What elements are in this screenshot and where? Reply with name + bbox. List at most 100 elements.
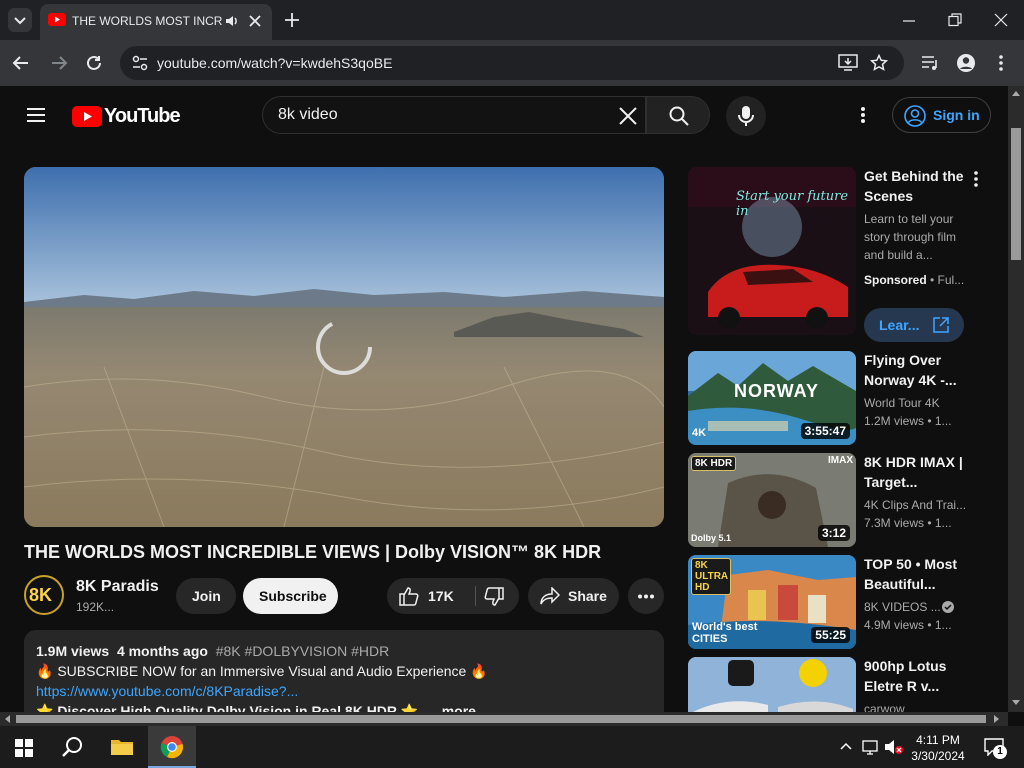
video-thumbnail[interactable] xyxy=(688,657,856,712)
system-clock[interactable]: 4:11 PM 3/30/2024 xyxy=(906,732,970,764)
verified-check-icon xyxy=(942,601,954,613)
channel-avatar[interactable]: 8K xyxy=(24,575,64,615)
video-player[interactable] xyxy=(24,167,664,527)
video-card-channel[interactable]: 8K VIDEOS ... xyxy=(864,598,974,616)
address-bar[interactable]: youtube.com/watch?v=kwdehS3qoBE xyxy=(120,46,904,80)
install-app-icon[interactable] xyxy=(838,54,858,72)
thumbnail-text: NORWAY xyxy=(734,381,820,401)
search-icon[interactable] xyxy=(61,736,83,758)
ad-menu-icon[interactable] xyxy=(973,171,979,187)
duration-badge: 55:25 xyxy=(811,627,850,643)
description-line: 🔥 SUBSCRIBE NOW for an Immersive Visual … xyxy=(36,663,488,679)
clock-date: 3/30/2024 xyxy=(911,749,965,763)
dislike-button[interactable] xyxy=(477,578,519,614)
speaker-icon[interactable] xyxy=(224,13,240,29)
youtube-wordmark: YouTube xyxy=(104,105,181,127)
scroll-up-icon[interactable] xyxy=(1012,90,1020,96)
search-input[interactable]: 8k video xyxy=(262,96,646,134)
thumbs-up-icon xyxy=(399,587,419,606)
tab-search-button[interactable] xyxy=(8,8,32,32)
vertical-scroll-thumb[interactable] xyxy=(1011,128,1021,260)
subscribe-button[interactable]: Subscribe xyxy=(243,578,338,614)
like-count: 17K xyxy=(428,588,454,604)
like-button[interactable]: 17K xyxy=(387,578,473,614)
windows-start-icon[interactable] xyxy=(15,739,33,757)
external-link-icon xyxy=(933,317,949,333)
hamburger-menu-icon[interactable] xyxy=(26,107,46,123)
search-icon xyxy=(669,106,689,126)
quality-badge: 4K xyxy=(692,427,707,439)
horizontal-scrollbar[interactable] xyxy=(0,712,1008,726)
subscriber-count: 192K... xyxy=(76,600,115,614)
site-settings-icon[interactable] xyxy=(132,55,148,71)
more-actions-button[interactable] xyxy=(628,578,664,614)
share-button[interactable]: Share xyxy=(528,578,619,614)
video-card-title[interactable]: 8K HDR IMAX | Target... xyxy=(864,452,974,492)
learn-more-button[interactable]: Lear... xyxy=(864,308,964,342)
description-link[interactable]: https://www.youtube.com/c/8KParadise?... xyxy=(36,683,298,699)
reload-icon[interactable] xyxy=(85,54,103,72)
search-input-value[interactable]: 8k video xyxy=(278,106,338,124)
voice-search-button[interactable] xyxy=(726,96,766,136)
scroll-right-icon[interactable] xyxy=(994,715,1000,723)
url-text[interactable]: youtube.com/watch?v=kwdehS3qoBE xyxy=(157,55,392,71)
more-horizontal-icon xyxy=(638,594,654,599)
youtube-page: YouTube 8k video Sign in THE WORLDS MOST… xyxy=(0,86,1008,712)
video-card-channel[interactable]: carwow xyxy=(864,700,974,712)
youtube-favicon-icon xyxy=(48,13,66,26)
description-box[interactable]: 1.9M views 4 months ago #8K #DOLBYVISION… xyxy=(24,630,664,712)
browser-tab-strip: THE WORLDS MOST INCREDIBLE VIEWS | Dolby… xyxy=(0,0,1024,40)
bookmark-star-icon[interactable] xyxy=(870,54,888,72)
close-tab-icon[interactable] xyxy=(248,14,262,28)
thumbs-down-icon xyxy=(484,587,504,606)
ad-thumbnail[interactable]: Start your future in xyxy=(688,167,856,335)
horizontal-scroll-thumb[interactable] xyxy=(16,715,986,723)
scroll-left-icon[interactable] xyxy=(4,715,10,723)
tab-title: THE WORLDS MOST INCREDIBLE VIEWS | Dolby… xyxy=(72,14,222,28)
vertical-scrollbar[interactable] xyxy=(1008,86,1024,712)
video-card-title[interactable]: 900hp Lotus Eletre R v... xyxy=(864,656,974,696)
video-thumbnail[interactable]: 8K ULTRA HD World's best CITIES 55:25 xyxy=(688,555,856,649)
channel-name[interactable]: 8K Paradis xyxy=(76,578,159,596)
file-explorer-icon[interactable] xyxy=(110,737,134,757)
settings-menu-icon[interactable] xyxy=(859,106,867,124)
video-card-channel[interactable]: 4K Clips And Trai... xyxy=(864,496,974,514)
network-icon[interactable] xyxy=(862,739,880,755)
sign-in-button[interactable]: Sign in xyxy=(892,97,991,133)
video-thumbnail[interactable]: 8K HDR IMAX Dolby 5.1 3:12 xyxy=(688,453,856,547)
audio-badge: Dolby 5.1 xyxy=(691,533,732,543)
ad-title[interactable]: Get Behind the Scenes xyxy=(864,166,974,206)
forward-arrow-icon[interactable] xyxy=(50,54,68,72)
restore-icon[interactable] xyxy=(948,13,962,27)
new-tab-icon[interactable] xyxy=(284,12,300,28)
minimize-icon[interactable] xyxy=(902,14,916,28)
sponsored-label: Sponsored xyxy=(864,273,927,287)
browser-toolbar: youtube.com/watch?v=kwdehS3qoBE xyxy=(0,40,1024,86)
hashtags[interactable]: #8K #DOLBYVISION #HDR xyxy=(216,643,390,659)
video-frame xyxy=(24,167,664,527)
show-more-button[interactable]: ...more xyxy=(430,703,476,712)
scroll-down-icon[interactable] xyxy=(1012,700,1020,706)
media-control-icon[interactable] xyxy=(920,54,940,72)
video-card-channel[interactable]: World Tour 4K xyxy=(864,394,974,412)
view-count: 1.9M views xyxy=(36,643,110,659)
profile-icon[interactable] xyxy=(956,53,976,73)
chrome-taskbar-button[interactable] xyxy=(148,726,196,768)
youtube-logo[interactable]: YouTube xyxy=(72,104,181,128)
chrome-icon xyxy=(160,736,183,759)
sign-in-label: Sign in xyxy=(933,107,980,123)
search-button[interactable] xyxy=(646,96,710,134)
browser-tab[interactable]: THE WORLDS MOST INCREDIBLE VIEWS | Dolby… xyxy=(40,4,272,40)
chevron-up-icon[interactable] xyxy=(840,742,852,750)
duration-badge: 3:12 xyxy=(817,525,850,541)
video-card-title[interactable]: Flying Over Norway 4K -... xyxy=(864,350,974,390)
video-thumbnail[interactable]: NORWAY 4K 3:55:47 xyxy=(688,351,856,445)
speaker-muted-icon[interactable] xyxy=(884,739,904,755)
join-button[interactable]: Join xyxy=(176,578,236,614)
video-card-title[interactable]: TOP 50 • Most Beautiful... xyxy=(864,554,974,594)
close-window-icon[interactable] xyxy=(994,13,1008,27)
back-arrow-icon[interactable] xyxy=(12,54,30,72)
browser-menu-icon[interactable] xyxy=(996,54,1006,72)
video-card-stats: 1.2M views • 1... xyxy=(864,414,952,428)
clear-search-icon[interactable] xyxy=(619,107,637,125)
